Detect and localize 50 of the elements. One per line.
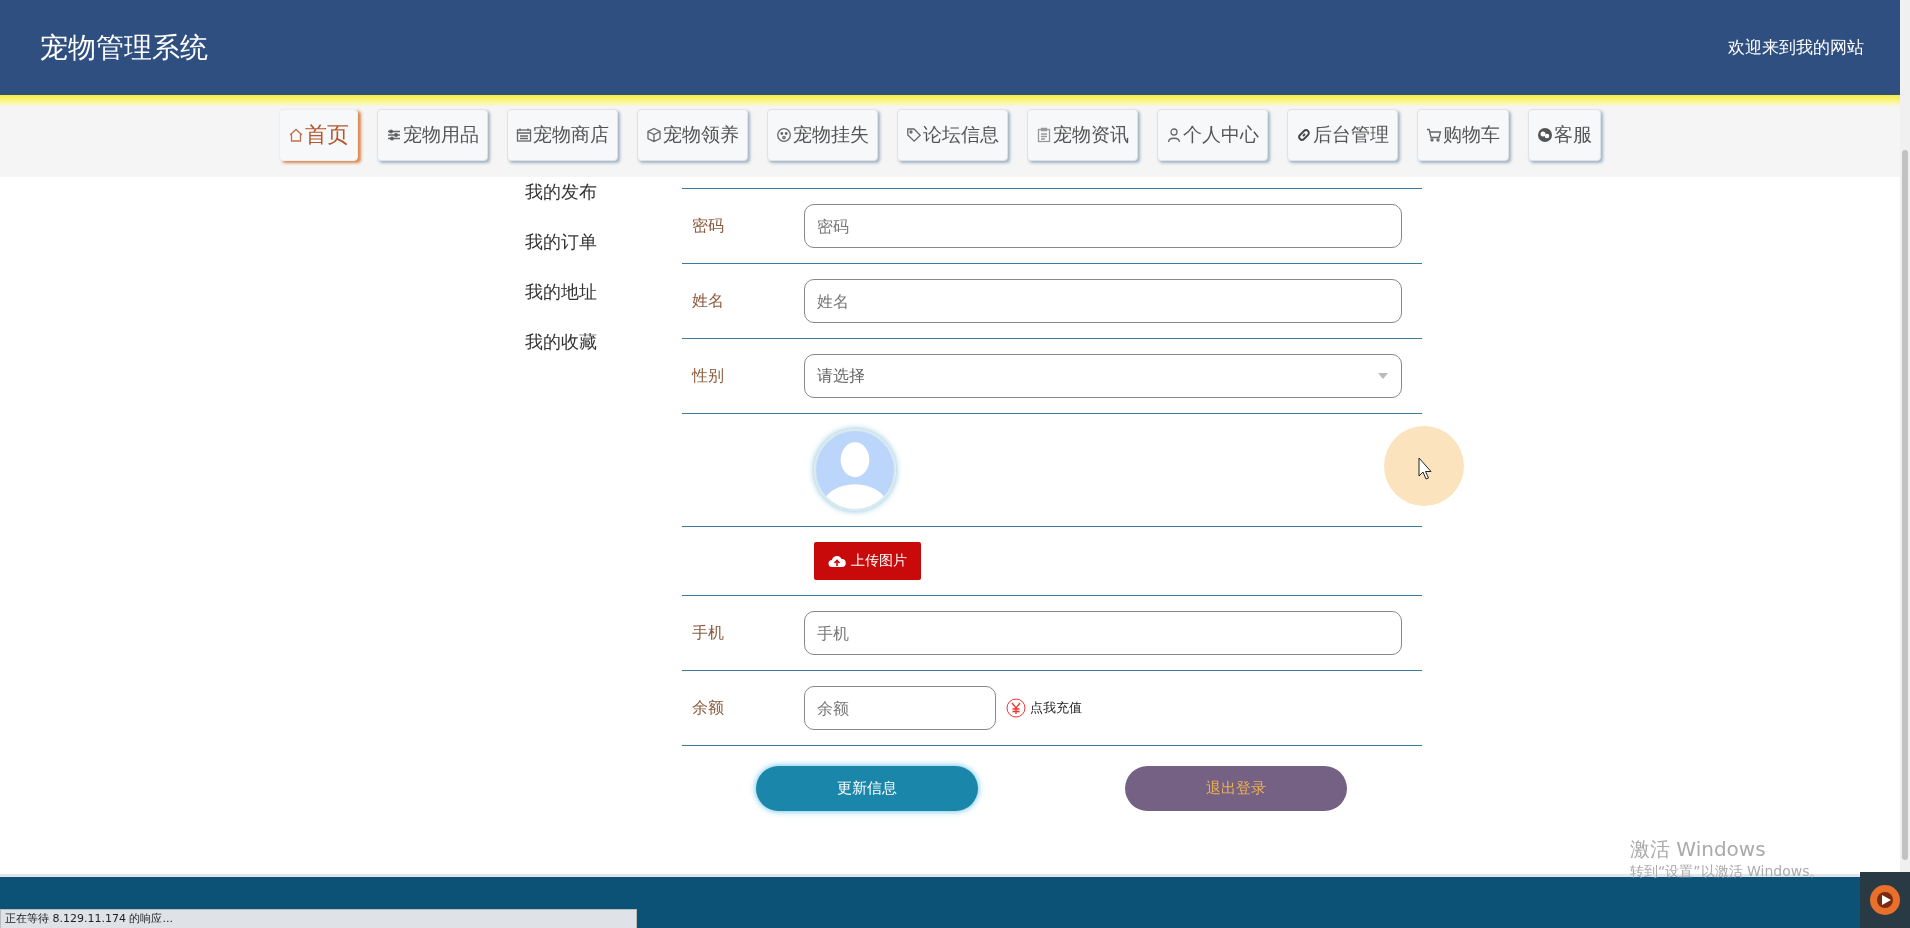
- yen-icon: [1006, 698, 1026, 718]
- sidebar-item[interactable]: 我的地址: [525, 277, 682, 307]
- nav-tab[interactable]: 客服: [1528, 109, 1601, 161]
- nav-tab[interactable]: 宠物资讯: [1027, 109, 1138, 161]
- site-title: 宠物管理系统: [40, 29, 208, 66]
- caret-icon: [1377, 372, 1389, 380]
- cart-icon: [1426, 127, 1442, 143]
- sidebar-item[interactable]: 我的收藏: [525, 327, 682, 357]
- field-label: 性别: [690, 365, 725, 387]
- input-field[interactable]: 姓名: [804, 279, 1402, 323]
- avatar-icon: [814, 429, 896, 511]
- field-label: 余额: [691, 697, 725, 719]
- upload-button[interactable]: 上传图片: [814, 542, 921, 580]
- link-icon: [1296, 127, 1312, 143]
- nav-tab[interactable]: 宠物领养: [637, 109, 748, 161]
- activation-hint: 转到“设置”以激活 Windows。: [1630, 863, 1824, 879]
- field-label: 手机: [691, 622, 725, 644]
- face-icon: [776, 127, 792, 143]
- welcome-text: 欢迎来到我的网站: [1728, 36, 1864, 59]
- nav-tab[interactable]: 个人中心: [1157, 109, 1268, 161]
- cursor-highlight-icon: [1384, 426, 1464, 506]
- home-icon: [288, 127, 304, 143]
- field-label: 密码: [691, 215, 725, 237]
- nav-tab[interactable]: 后台管理: [1287, 109, 1398, 161]
- input-field[interactable]: 余额: [804, 686, 996, 730]
- activation-title: 激活 Windows: [1630, 836, 1767, 863]
- input-field[interactable]: 手机: [804, 611, 1402, 655]
- scrollbar-thumb[interactable]: [1902, 150, 1908, 860]
- select-field[interactable]: 请选择: [804, 354, 1402, 398]
- nav-tab[interactable]: 宠物用品: [377, 109, 488, 161]
- nav-tab[interactable]: 购物车: [1417, 109, 1509, 161]
- person-icon: [1166, 127, 1182, 143]
- status-bar: 正在等待 8.129.11.174 的响应...: [0, 909, 637, 928]
- sidebar-item[interactable]: 我的发布: [525, 177, 682, 207]
- cloud-upload-icon: [828, 554, 846, 568]
- nav-tab[interactable]: 论坛信息: [897, 109, 1008, 161]
- field-label: 姓名: [691, 290, 725, 312]
- tag-icon: [906, 127, 922, 143]
- clipboard-icon: [1036, 127, 1052, 143]
- nav-tab[interactable]: 宠物挂失: [767, 109, 878, 161]
- chat-icon: [1537, 127, 1553, 143]
- cube-icon: [646, 127, 662, 143]
- calendar-icon: [516, 127, 532, 143]
- input-field[interactable]: 密码: [804, 204, 1402, 248]
- nav-tab[interactable]: 宠物商店: [507, 109, 618, 161]
- sidebar-item[interactable]: 我的订单: [525, 227, 682, 257]
- sliders-icon: [386, 127, 402, 143]
- nav-tab[interactable]: 首页: [279, 109, 358, 161]
- update-button[interactable]: 更新信息: [756, 766, 978, 811]
- recharge-link[interactable]: 点我充值: [1030, 699, 1082, 717]
